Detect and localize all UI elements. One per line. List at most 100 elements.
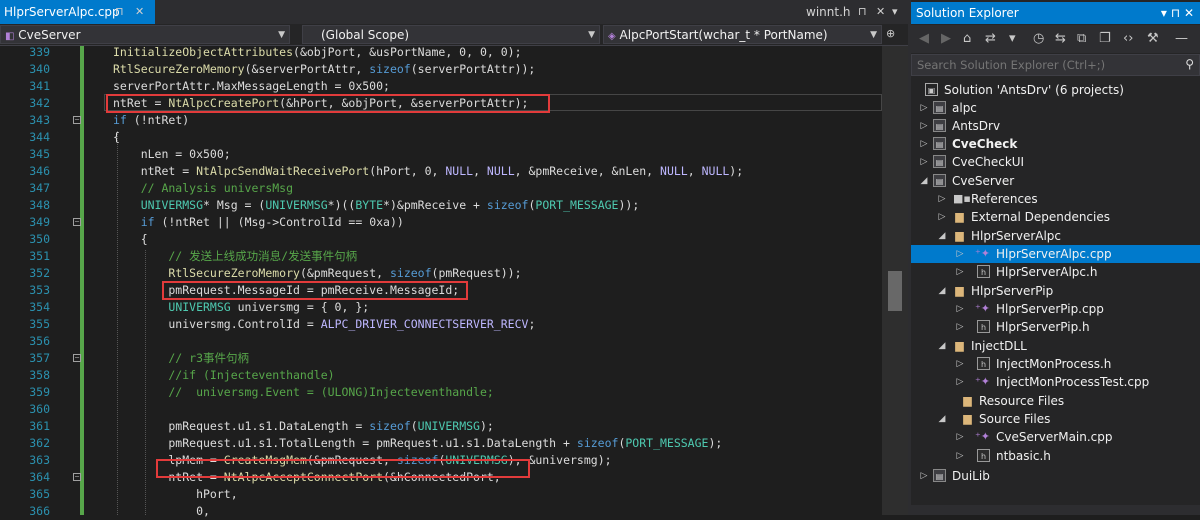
tab-label: HlprServerAlpc.cpp xyxy=(4,5,120,19)
code-line: 354 UNIVERMSG universmg = { 0, }; xyxy=(29,300,370,314)
folder-icon: ▆ xyxy=(955,229,964,242)
expand-icon[interactable]: ▷ xyxy=(955,355,965,373)
tree-item-hlprserveralpc-cpp[interactable]: ▷ ⁺✦ HlprServerAlpc.cpp xyxy=(911,245,1200,263)
tree-item-hlprserveralpc-h[interactable]: ▷ h HlprServerAlpc.h xyxy=(911,263,1200,281)
cpp-file-icon: ⁺✦ xyxy=(975,375,991,388)
expand-icon[interactable]: ▷ xyxy=(919,135,929,153)
scrollbar-thumb[interactable] xyxy=(888,271,902,311)
collapse-icon[interactable]: − xyxy=(73,473,81,481)
tree-item-antsdrv[interactable]: ▷ ▤ AntsDrv xyxy=(911,117,1200,135)
tree-item-duilib[interactable]: ▷ ▤ DuiLib xyxy=(911,467,1200,485)
project-icon: ▤ xyxy=(933,174,946,187)
collapse-icon[interactable]: − xyxy=(73,354,81,362)
project-dropdown[interactable]: ◧ CveServer ▼ xyxy=(0,25,290,44)
vertical-scrollbar[interactable] xyxy=(882,46,908,515)
collapse-icon[interactable]: ◢ xyxy=(937,337,947,355)
collapse-icon[interactable]: ◢ xyxy=(937,410,947,428)
project-icon: ◧ xyxy=(5,31,15,42)
highlight-box-create-port xyxy=(106,94,550,113)
project-icon: ▤ xyxy=(933,137,946,150)
code-line: 357− // r3事件句柄 xyxy=(29,351,250,365)
tree-item-cveserver[interactable]: ◢ ▤ CveServer xyxy=(911,172,1200,190)
chevron-down-icon[interactable]: ▾ xyxy=(1009,31,1016,46)
expand-icon[interactable]: ▷ xyxy=(955,318,965,336)
close-icon[interactable]: ✕ xyxy=(876,0,885,24)
tab-label: winnt.h xyxy=(806,5,851,19)
chevron-down-icon[interactable]: ▾ xyxy=(892,0,898,24)
expand-icon[interactable]: ▷ xyxy=(919,153,929,171)
tree-item-hlprserverpip-h[interactable]: ▷ h HlprServerPip.h xyxy=(911,318,1200,336)
collapse-icon[interactable]: − xyxy=(73,116,81,124)
scope-dropdown[interactable]: (Global Scope) ▼ xyxy=(302,25,600,44)
back-icon[interactable]: ◀ xyxy=(919,31,929,46)
expand-icon[interactable]: ▷ xyxy=(955,263,965,281)
expand-icon[interactable]: ▷ xyxy=(955,245,965,263)
history-icon[interactable]: ◷ xyxy=(1033,31,1044,46)
tab-hlprserveralpc-cpp[interactable]: HlprServerAlpc.cpp ⊓ ✕ xyxy=(0,0,155,24)
tree-item-alpc[interactable]: ▷ ▤ alpc xyxy=(911,99,1200,117)
tree-item-hlprserverpip-folder[interactable]: ◢ ▆ HlprServerPip xyxy=(911,282,1200,300)
tree-item-cveservermain-cpp[interactable]: ▷ ⁺✦ CveServerMain.cpp xyxy=(911,428,1200,446)
expand-icon[interactable]: ▷ xyxy=(919,117,929,135)
tree-item-hlprserveralpc-folder[interactable]: ◢ ▆ HlprServerAlpc xyxy=(911,227,1200,245)
expand-icon[interactable]: ▷ xyxy=(955,300,965,318)
navigation-bar: ◧ CveServer ▼ (Global Scope) ▼ ◈ AlpcPor… xyxy=(0,24,908,46)
tree-item-injectmonprocesstest-cpp[interactable]: ▷ ⁺✦ InjectMonProcessTest.cpp xyxy=(911,373,1200,391)
project-icon: ▤ xyxy=(933,101,946,114)
tree-item-source-files[interactable]: ◢ ▆ Source Files xyxy=(911,410,1200,428)
expand-icon[interactable]: ▷ xyxy=(937,208,947,226)
collapse-icon[interactable]: ◢ xyxy=(919,172,929,190)
close-icon[interactable]: ✕ xyxy=(135,0,144,24)
tree-item-cvecheckui[interactable]: ▷ ▤ CveCheckUI xyxy=(911,153,1200,171)
split-view-icon[interactable]: ⊕ xyxy=(886,27,895,40)
expand-icon[interactable]: ▷ xyxy=(955,373,965,391)
header-file-icon: h xyxy=(977,449,990,462)
collapse-icon[interactable]: − xyxy=(73,218,81,226)
show-all-files-icon[interactable]: ❐ xyxy=(1099,31,1111,46)
code-text-area[interactable]: 339 InitializeObjectAttributes(&objPort, … xyxy=(0,45,908,518)
code-line: 344{ xyxy=(29,130,120,144)
tree-item-hlprserverpip-cpp[interactable]: ▷ ⁺✦ HlprServerPip.cpp xyxy=(911,300,1200,318)
tree-item-cvecheck[interactable]: ▷ ▤ CveCheck xyxy=(911,135,1200,153)
home-icon[interactable]: ⌂ xyxy=(963,31,971,46)
code-line: 350 { xyxy=(29,232,148,246)
code-editor[interactable]: HlprServerAlpc.cpp ⊓ ✕ winnt.h ⊓ ✕ ▾ ◧ C… xyxy=(0,0,908,518)
forward-icon[interactable]: ▶ xyxy=(941,31,951,46)
collapse-icon[interactable]: ◢ xyxy=(937,282,947,300)
expand-icon[interactable]: ▷ xyxy=(919,467,929,485)
tree-item-solution[interactable]: ▣ Solution 'AntsDrv' (6 projects) xyxy=(911,81,1200,99)
search-input[interactable] xyxy=(912,55,1182,75)
tree-item-external-dependencies[interactable]: ▷ ▆ External Dependencies xyxy=(911,208,1200,226)
code-line: 358 //if (Injecteventhandle) xyxy=(29,368,335,382)
tree-item-references[interactable]: ▷ ■▪ References xyxy=(911,190,1200,208)
tree-item-ntbasic-h[interactable]: ▷ h ntbasic.h xyxy=(911,447,1200,465)
search-icon[interactable]: ⚲ xyxy=(1185,57,1194,71)
minus-icon[interactable]: — xyxy=(1175,31,1188,46)
view-code-icon[interactable]: ‹› xyxy=(1123,31,1133,46)
document-tab-bar: HlprServerAlpc.cpp ⊓ ✕ winnt.h ⊓ ✕ ▾ xyxy=(0,0,908,24)
collapse-all-icon[interactable]: ⧉ xyxy=(1077,31,1086,46)
tree-item-injectmonprocess-h[interactable]: ▷ h InjectMonProcess.h xyxy=(911,355,1200,373)
pin-icon[interactable]: ▾ ⊓ ✕ xyxy=(1161,2,1194,24)
expand-icon[interactable]: ▷ xyxy=(955,447,965,465)
sync-icon[interactable]: ⇆ xyxy=(1055,31,1066,46)
expand-icon[interactable]: ▷ xyxy=(937,190,947,208)
folder-icon: ▆ xyxy=(963,394,972,407)
solution-explorer-search[interactable]: ⚲ xyxy=(911,54,1200,76)
project-icon: ▤ xyxy=(933,155,946,168)
function-dropdown[interactable]: ◈ AlpcPortStart(wchar_t * PortName) ▼ xyxy=(603,25,882,44)
expand-icon[interactable]: ▷ xyxy=(919,99,929,117)
tab-winnt-h[interactable]: winnt.h ⊓ ✕ ▾ xyxy=(796,0,908,24)
solution-icon: ▣ xyxy=(925,83,938,96)
tree-item-injectdll-folder[interactable]: ◢ ▆ InjectDLL xyxy=(911,337,1200,355)
pin-icon[interactable]: ⊓ xyxy=(858,0,867,24)
expand-icon[interactable]: ▷ xyxy=(955,428,965,446)
cpp-file-icon: ⁺✦ xyxy=(975,247,991,260)
cpp-file-icon: ⁺✦ xyxy=(975,302,991,315)
tree-item-resource-files[interactable]: ▆ Resource Files xyxy=(911,392,1200,410)
chevron-down-icon: ▼ xyxy=(870,30,877,40)
collapse-icon[interactable]: ◢ xyxy=(937,227,947,245)
wrench-icon[interactable]: ⚒ xyxy=(1147,31,1159,46)
pin-icon[interactable]: ⊓ xyxy=(115,0,124,24)
switch-views-icon[interactable]: ⇄ xyxy=(985,31,996,46)
